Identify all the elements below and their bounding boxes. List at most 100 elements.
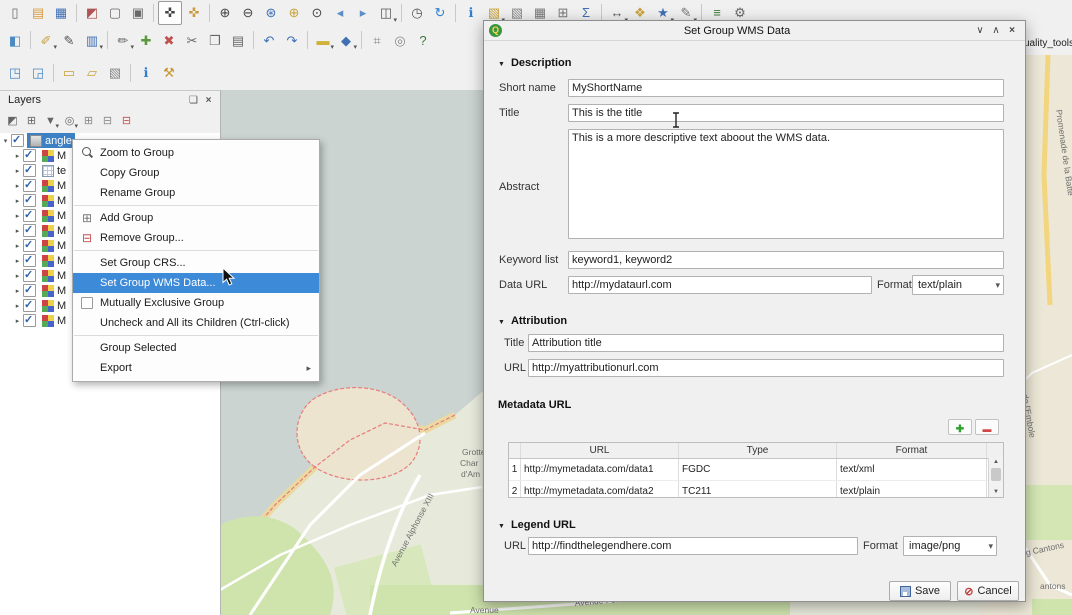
style-manager-icon[interactable]: ◩	[81, 2, 103, 24]
new-map-view-icon[interactable]: ◫▾	[375, 2, 397, 24]
expand-caret-icon[interactable]: ▸	[12, 152, 23, 160]
new-project-icon[interactable]: ▯	[4, 2, 26, 24]
attribution-section-header[interactable]: Attribution	[498, 315, 567, 327]
scroll-up-icon[interactable]	[993, 458, 999, 467]
delete-selected-icon[interactable]: ✖	[158, 29, 180, 51]
layer-checkbox[interactable]	[23, 284, 36, 297]
table-scrollbar[interactable]	[988, 458, 1003, 497]
menu-item-zoom-to-group[interactable]: Zoom to Group	[73, 143, 319, 163]
toggle-editing-icon[interactable]: ✎	[58, 29, 80, 51]
remove-metadata-row-button[interactable]	[975, 419, 999, 435]
expand-caret-icon[interactable]: ▸	[12, 287, 23, 295]
scroll-down-icon[interactable]	[993, 488, 999, 497]
layer-checkbox[interactable]	[23, 269, 36, 282]
layer-styling-icon[interactable]: ◩	[4, 113, 21, 130]
save-button[interactable]: Save	[889, 581, 951, 601]
layer-entry[interactable]: M	[39, 148, 69, 163]
description-section-header[interactable]: Description	[498, 57, 571, 69]
attribution-url-input[interactable]	[528, 359, 1004, 377]
short-name-input[interactable]	[568, 79, 1004, 97]
layer-entry[interactable]: M	[39, 298, 69, 313]
zoom-out-icon[interactable]: ⊖	[237, 2, 259, 24]
osm-place-search-icon[interactable]: ◎	[389, 29, 411, 51]
layer-checkbox[interactable]	[23, 179, 36, 192]
layer-entry[interactable]: M	[39, 283, 69, 298]
zoom-to-layer-icon[interactable]: ⊙	[306, 2, 328, 24]
metadata-table-row[interactable]: 1http://mymetadata.com/data1FGDCtext/xml	[509, 459, 1003, 481]
redo-icon[interactable]: ↷	[281, 29, 303, 51]
select-polygon-icon[interactable]: ▱	[81, 62, 103, 84]
expand-caret-icon[interactable]: ▸	[12, 212, 23, 220]
close-icon[interactable]	[1004, 25, 1020, 36]
layer-checkbox[interactable]	[23, 149, 36, 162]
layer-entry[interactable]: M	[39, 208, 69, 223]
layer-checkbox[interactable]	[23, 314, 36, 327]
keyword-list-input[interactable]	[568, 251, 1004, 269]
layer-checkbox[interactable]	[11, 134, 24, 147]
pan-to-selection-icon[interactable]: ✜	[183, 2, 205, 24]
expand-caret-icon[interactable]: ▸	[12, 227, 23, 235]
metadata-table[interactable]: URLTypeFormat 1http://mymetadata.com/dat…	[508, 442, 1004, 498]
layer-checkbox[interactable]	[23, 254, 36, 267]
snapping-icon[interactable]: ⌗	[366, 29, 388, 51]
identify-features-icon[interactable]: ℹ	[460, 2, 482, 24]
layer-checkbox[interactable]	[23, 194, 36, 207]
open-project-icon[interactable]: ▤	[27, 2, 49, 24]
add-feature-icon[interactable]: ✚	[135, 29, 157, 51]
expand-caret-icon[interactable]: ▸	[12, 167, 23, 175]
data-url-input[interactable]	[568, 276, 872, 294]
restore-icon[interactable]	[988, 25, 1004, 36]
expand-caret-icon[interactable]: ▸	[12, 197, 23, 205]
undo-icon[interactable]: ↶	[258, 29, 280, 51]
menu-item-uncheck-and-all-its-children-ctrl-click[interactable]: Uncheck and All its Children (Ctrl-click…	[73, 313, 319, 333]
data-source-manager-icon[interactable]: ◧	[4, 29, 26, 51]
layout-manager-icon[interactable]: ▣	[127, 2, 149, 24]
layer-entry[interactable]: M	[39, 313, 69, 328]
menu-item-remove-group[interactable]: ⊟Remove Group...	[73, 228, 319, 248]
identify-features-icon[interactable]: ℹ	[135, 62, 157, 84]
options-wrench-icon[interactable]: ⚒	[158, 62, 180, 84]
paste-features-icon[interactable]: ▤	[227, 29, 249, 51]
add-group-lp-icon[interactable]: ⊞	[23, 113, 40, 130]
manage-themes-icon[interactable]: ◎▾	[61, 113, 78, 130]
legend-format-combo[interactable]: image/png	[903, 536, 997, 556]
dialog-titlebar[interactable]: Set Group WMS Data	[484, 21, 1025, 41]
current-edits-icon[interactable]: ✐▾	[35, 29, 57, 51]
expand-caret-icon[interactable]: ▸	[12, 182, 23, 190]
layer-checkbox[interactable]	[23, 224, 36, 237]
copy-features-icon[interactable]: ❐	[204, 29, 226, 51]
new-print-layout-icon[interactable]: ▢	[104, 2, 126, 24]
help-contents-icon[interactable]: ?	[412, 29, 434, 51]
save-project-icon[interactable]: ▦	[50, 2, 72, 24]
expand-caret-icon[interactable]: ▾	[0, 137, 11, 145]
zoom-in-icon[interactable]: ⊕	[214, 2, 236, 24]
expand-caret-icon[interactable]: ▸	[12, 272, 23, 280]
collapse-all-icon[interactable]: ⊟	[99, 113, 116, 130]
paste-style-icon[interactable]: ◲	[27, 62, 49, 84]
metadata-table-row[interactable]: 2http://mymetadata.com/data2TC211text/pl…	[509, 481, 1003, 498]
expand-caret-icon[interactable]: ▸	[12, 242, 23, 250]
menu-item-export[interactable]: Export▸	[73, 358, 319, 378]
expand-all-icon[interactable]: ⊞	[80, 113, 97, 130]
menu-item-add-group[interactable]: ⊞Add Group	[73, 208, 319, 228]
zoom-last-icon[interactable]: ◂	[329, 2, 351, 24]
layer-entry[interactable]: M	[39, 253, 69, 268]
select-rectangle-icon[interactable]: ▭	[58, 62, 80, 84]
layer-entry[interactable]: M	[39, 223, 69, 238]
layer-entry[interactable]: te	[39, 163, 69, 178]
copy-style-icon[interactable]: ◳	[4, 62, 26, 84]
pan-map-icon[interactable]: ✜	[158, 1, 182, 25]
cut-features-icon[interactable]: ✂	[181, 29, 203, 51]
zoom-next-icon[interactable]: ▸	[352, 2, 374, 24]
cancel-button[interactable]: Cancel	[957, 581, 1019, 601]
scroll-thumb[interactable]	[991, 468, 1001, 481]
title-input[interactable]	[568, 104, 1004, 122]
layer-entry[interactable]: M	[39, 193, 69, 208]
layer-entry[interactable]: angle	[27, 133, 75, 148]
zoom-full-icon[interactable]: ⊛	[260, 2, 282, 24]
zoom-to-selection-icon[interactable]: ⊕	[283, 2, 305, 24]
menu-item-group-selected[interactable]: Group Selected	[73, 338, 319, 358]
layer-diagram-icon[interactable]: ◆▾	[335, 29, 357, 51]
save-edits-icon[interactable]: ▥▾	[81, 29, 103, 51]
menu-item-copy-group[interactable]: Copy Group	[73, 163, 319, 183]
